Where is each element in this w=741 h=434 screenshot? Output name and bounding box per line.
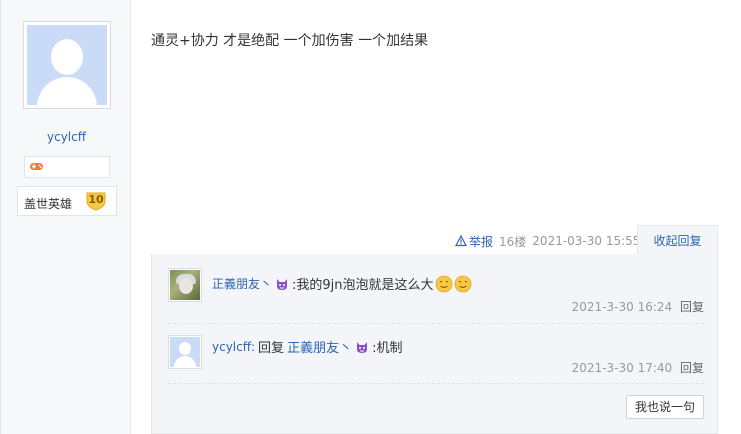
reply-time: 2021-3-30 16:24 (571, 300, 673, 314)
user-badge-row (24, 156, 110, 178)
devil-emoji-icon (357, 341, 368, 353)
level-title: 盖世英雄 (24, 197, 73, 211)
level-number: 10 (88, 193, 104, 206)
reply-text: :我的9jn泡泡就是这么大 (292, 278, 434, 293)
collapse-replies-button[interactable]: 收起回复 (637, 225, 718, 255)
devil-emoji-icon (277, 278, 288, 290)
post-timestamp: 2021-03-30 15:55 (532, 234, 641, 248)
reply-divider (168, 383, 704, 384)
reply-word: 回复 (258, 341, 285, 356)
user-level-badge[interactable]: 盖世英雄 10 (17, 186, 117, 216)
default-avatar-icon (27, 25, 107, 105)
reply-button[interactable]: 回复 (680, 361, 704, 375)
smile-emoji-icon (435, 275, 452, 292)
post-meta: 举报 16楼 2021-03-30 15:55 (455, 233, 640, 249)
floor-number: 16楼 (499, 234, 527, 249)
post-content: 通灵+协力 才是绝配 一个加伤害 一个加结果 (151, 33, 429, 49)
reply-nickname[interactable]: ycylcff: (212, 340, 255, 354)
reply-meta: 2021-3-30 17:40 回复 (572, 359, 704, 376)
reply-nickname[interactable]: 正義朋友丶 (212, 275, 272, 292)
reply-avatar[interactable] (168, 268, 202, 302)
reply-line: 正義朋友丶 :我的9jn泡泡就是这么大 (212, 274, 472, 293)
report-link[interactable]: 举报 (455, 233, 493, 250)
reply-time: 2021-3-30 17:40 (571, 361, 673, 375)
warning-icon (455, 235, 467, 247)
reply-list: 正義朋友丶 :我的9jn泡泡就是这么大 2021-3-30 16:24 回复 y… (151, 254, 718, 434)
gamepad-icon[interactable] (29, 161, 44, 172)
reply-text: :机制 (372, 341, 403, 356)
report-label: 举报 (469, 234, 494, 249)
user-avatar[interactable] (23, 21, 111, 109)
reply-item: 正義朋友丶 :我的9jn泡泡就是这么大 2021-3-30 16:24 回复 (168, 268, 704, 328)
reply-meta: 2021-3-30 16:24 回复 (572, 298, 704, 315)
smile-emoji-icon (454, 275, 471, 292)
reply-item: ycylcff: 回复 正義朋友丶 :机制 2021-3-30 17:40 回复 (168, 335, 704, 375)
reply-button[interactable]: 回复 (680, 300, 704, 314)
reply-divider (168, 323, 704, 324)
reply-line: ycylcff: 回复 正義朋友丶 :机制 (212, 337, 403, 357)
reply-target-nickname[interactable]: 正義朋友丶 (287, 337, 352, 356)
username-link[interactable]: ycylcff (1, 130, 132, 144)
add-comment-button[interactable]: 我也说一句 (626, 395, 704, 419)
user-sidebar: ycylcff 盖世英雄 10 (0, 0, 131, 434)
reply-avatar[interactable] (168, 335, 202, 369)
